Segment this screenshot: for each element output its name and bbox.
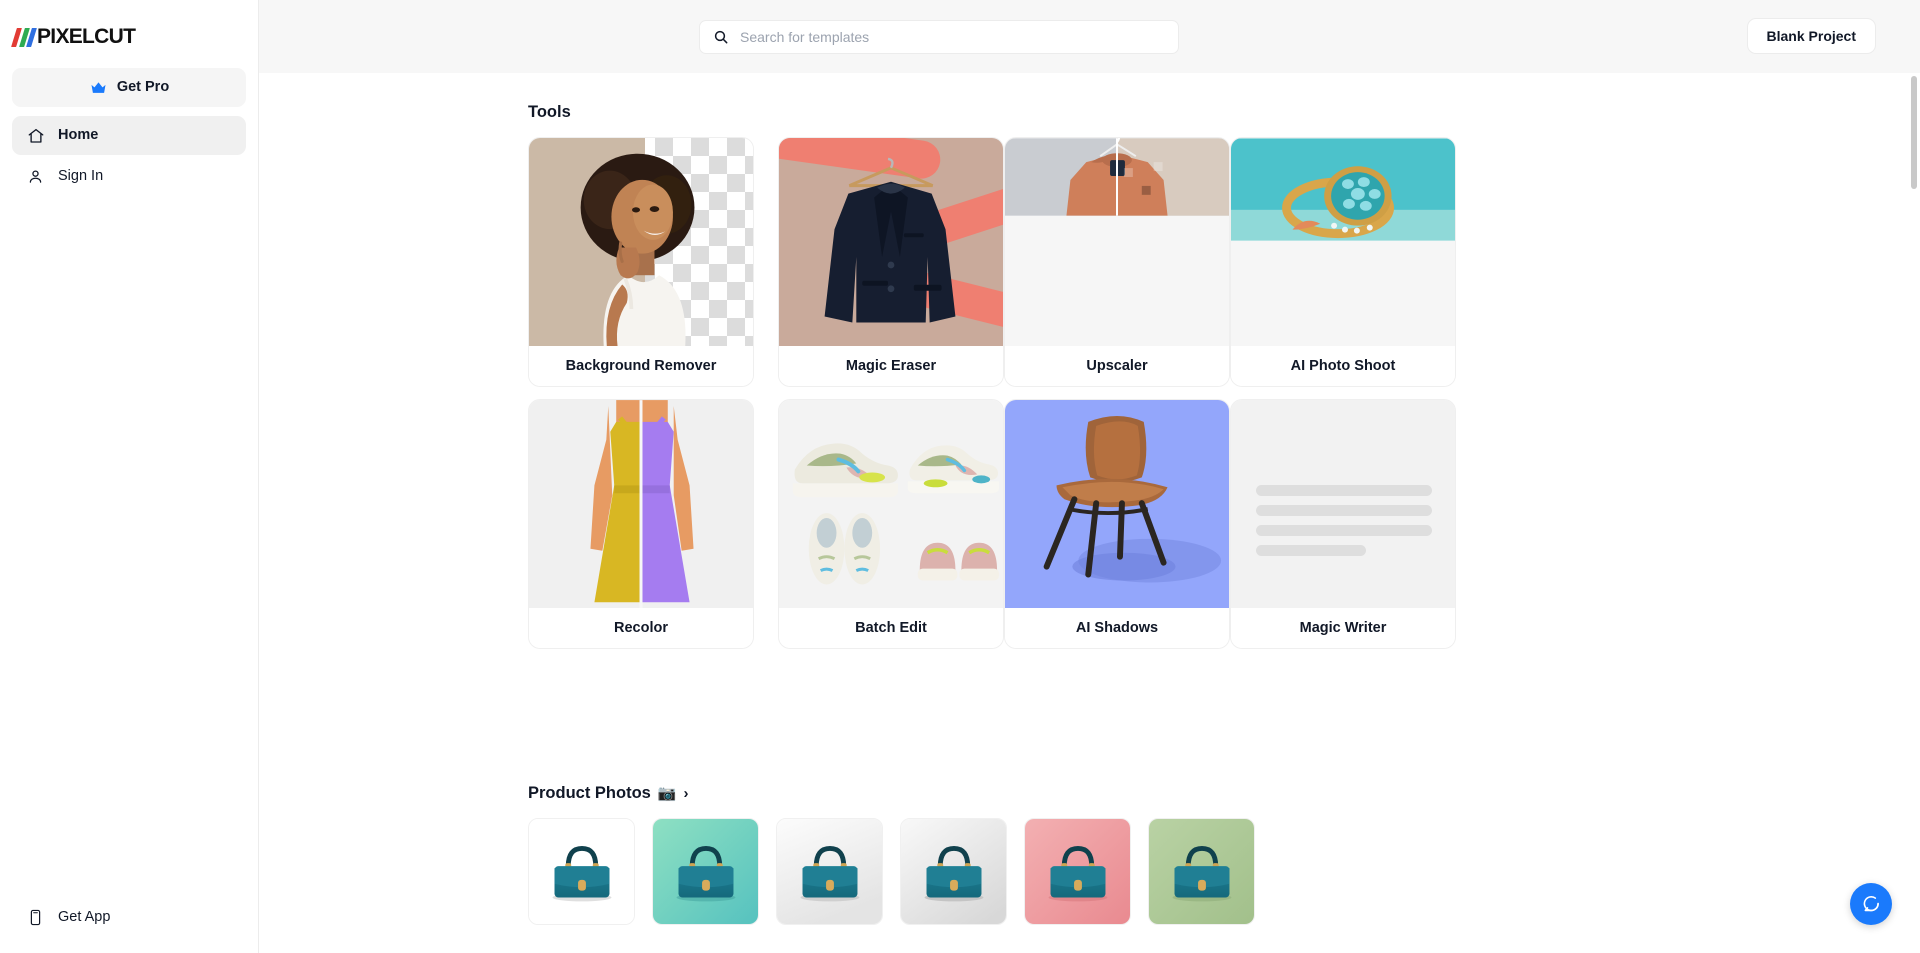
sidebar-item-sign-in[interactable]: Sign In [12,157,246,196]
scrollbar-thumb[interactable] [1911,76,1917,189]
placeholder-line [1256,525,1432,536]
tool-thumbnail [529,138,753,347]
sidebar-item-label: Get App [58,909,111,926]
sidebar-item-home[interactable]: Home [12,116,246,155]
product-photo-item[interactable] [1148,818,1255,925]
tool-card-recolor[interactable]: Recolor [528,399,754,649]
product-photo-item[interactable] [776,818,883,925]
tool-thumbnail [529,400,753,609]
tool-thumbnail [1005,138,1229,347]
content-scroll-area: Tools Background Remover Magic Eraser Up… [259,73,1920,953]
blank-project-button[interactable]: Blank Project [1746,18,1876,54]
chevron-right-icon: › [683,785,689,802]
placeholder-line [1256,485,1432,496]
tools-section-header: Tools [528,103,571,122]
camera-icon: 📷 [657,785,677,802]
tool-card-upscaler[interactable]: Upscaler [1004,137,1230,387]
sneakers-illustration [792,443,1000,585]
search-container [699,20,1179,54]
tools-grid-row-2: Recolor Batch Edit AI Shadows Magic Writ… [528,399,1456,649]
chair-illustration [1043,415,1222,583]
tool-card-label: AI Photo Shoot [1231,346,1455,386]
dress-illustration [590,400,694,609]
product-photo-item[interactable] [1024,818,1131,925]
product-photos-strip [528,818,1255,925]
phone-icon [26,908,45,927]
sidebar-item-label: Sign In [58,168,104,185]
placeholder-line [1256,545,1366,556]
search-icon [713,29,729,45]
app-root: PIXELCUT Get Pro Home Sign In Get App Se… [0,0,1920,953]
blazer-illustration [824,157,956,323]
chat-bubble-icon [1861,894,1881,914]
search-box[interactable] [699,20,1179,54]
product-photo-item[interactable] [528,818,635,925]
tool-card-batch-edit[interactable]: Batch Edit [778,399,1004,649]
sidebar-item-label: Get Pro [116,79,170,96]
sidebar-item-label: Home [58,127,99,144]
brand-name: PIXELCUT [37,25,136,48]
logo-stripes-icon [11,27,37,47]
help-chat-button[interactable] [1850,883,1892,925]
tool-card-ai-shadows[interactable]: AI Shadows [1004,399,1230,649]
search-input[interactable] [740,29,1165,45]
tool-card-magic-eraser[interactable]: Magic Eraser [778,137,1004,387]
tool-card-label: Magic Eraser [779,346,1003,386]
main-area: Blank Project Tools [259,0,1920,953]
product-photos-title: Product Photos [528,784,651,802]
sidebar-bottom: Get App [12,898,246,939]
topbar: Blank Project [259,0,1920,73]
tool-card-magic-writer[interactable]: Magic Writer [1230,399,1456,649]
tool-card-label: Batch Edit [779,608,1003,648]
product-photos-header[interactable]: Product Photos 📷 › [528,784,689,803]
sidebar-nav: Get Pro Home Sign In [0,56,258,196]
tool-card-label: AI Shadows [1005,608,1229,648]
sidebar: PIXELCUT Get Pro Home Sign In Get App [0,0,259,953]
sidebar-item-get-app[interactable]: Get App [12,898,246,937]
tool-thumbnail [779,400,1003,609]
user-icon [26,167,45,186]
placeholder-line [1256,505,1432,516]
tool-thumbnail [779,138,1003,347]
product-photo-item[interactable] [652,818,759,925]
sweater-partial-image [1005,138,1229,216]
tool-card-label: Magic Writer [1231,608,1455,648]
tool-thumbnail [1231,138,1455,347]
crown-icon [89,78,108,97]
tool-thumbnail [1231,400,1455,609]
tool-thumbnail [1005,400,1229,609]
scrollbar-track[interactable] [1910,73,1918,953]
gold-ring-partial-image [1231,138,1455,241]
product-photo-item[interactable] [900,818,1007,925]
brand-logo[interactable]: PIXELCUT [0,0,258,56]
tool-card-label: Upscaler [1005,346,1229,386]
tool-card-label: Recolor [529,608,753,648]
tool-card-ai-photo-shoot[interactable]: AI Photo Shoot [1230,137,1456,387]
home-icon [26,126,45,145]
sidebar-item-get-pro[interactable]: Get Pro [12,68,246,107]
page-title: Tools [528,103,571,121]
tools-grid-row-1: Background Remover Magic Eraser Upscaler… [528,137,1456,387]
tool-card-label: Background Remover [529,346,753,386]
tool-card-background-remover[interactable]: Background Remover [528,137,754,387]
woman-portrait-illustration [581,154,695,347]
